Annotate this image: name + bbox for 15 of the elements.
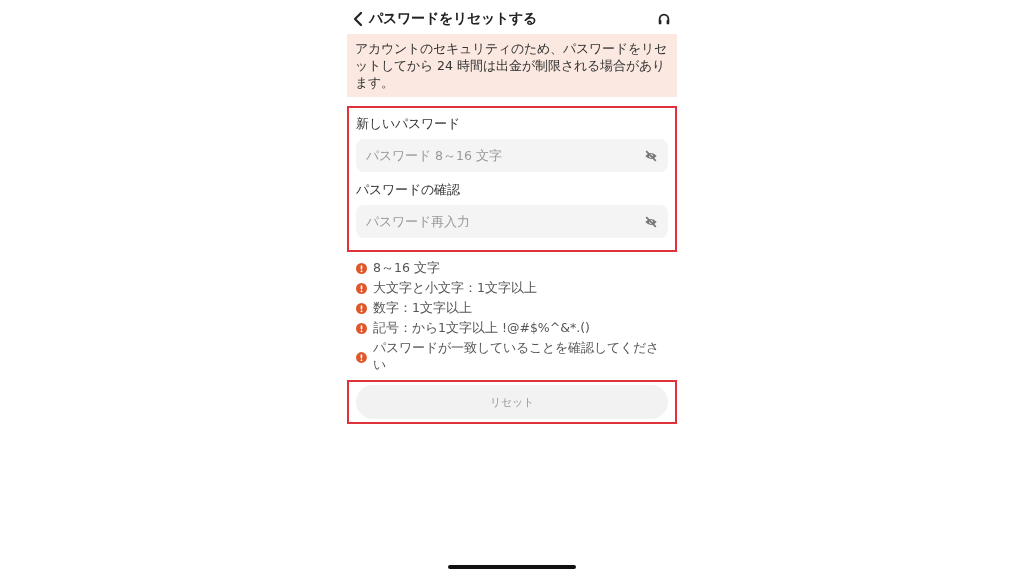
eye-icon[interactable]: [644, 148, 658, 163]
field-label: パスワードの確認: [356, 182, 461, 199]
back-icon[interactable]: [353, 11, 363, 27]
rule-text: 数字：1文字以上: [373, 300, 472, 317]
password-field[interactable]: パスワード再入力: [356, 205, 668, 238]
notice-banner: アカウントのセキュリティのため、パスワードをリセットしてから 24 時間は出金が制限される場合があります。: [347, 34, 677, 97]
rule-text: 8～16 文字: [373, 260, 440, 277]
rule-text: パスワードが一致していることを確認してください: [372, 340, 660, 374]
rule-text: 大文字と小文字：1文字以上: [373, 280, 537, 297]
page-title: パスワードをリセットする: [369, 10, 538, 28]
rule-text: 記号：から1文字以上 !@#$%^&*.(): [373, 320, 590, 337]
eye-icon[interactable]: [644, 214, 658, 229]
password-field[interactable]: パスワード 8～16 文字: [356, 139, 668, 172]
headset-icon[interactable]: [657, 12, 671, 26]
field-label: 新しいパスワード: [356, 116, 461, 133]
